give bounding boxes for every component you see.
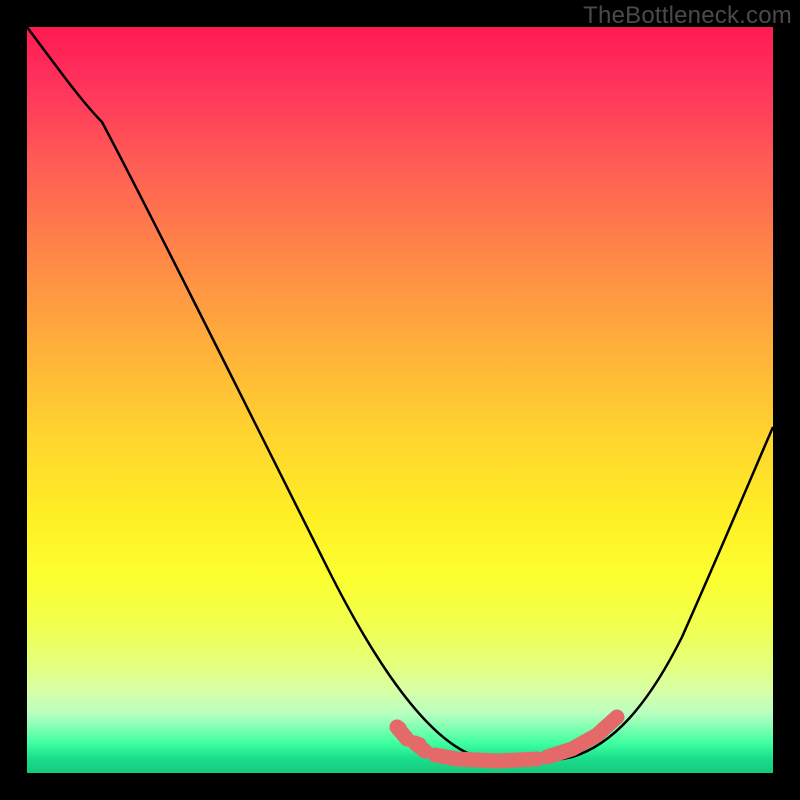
bottleneck-curve [27, 27, 773, 762]
curve-layer [27, 27, 773, 773]
plot-area [27, 27, 773, 773]
chart-frame: TheBottleneck.com [0, 0, 800, 800]
watermark-text: TheBottleneck.com [583, 2, 792, 30]
band-dot [411, 737, 427, 753]
band-dot [391, 721, 407, 737]
